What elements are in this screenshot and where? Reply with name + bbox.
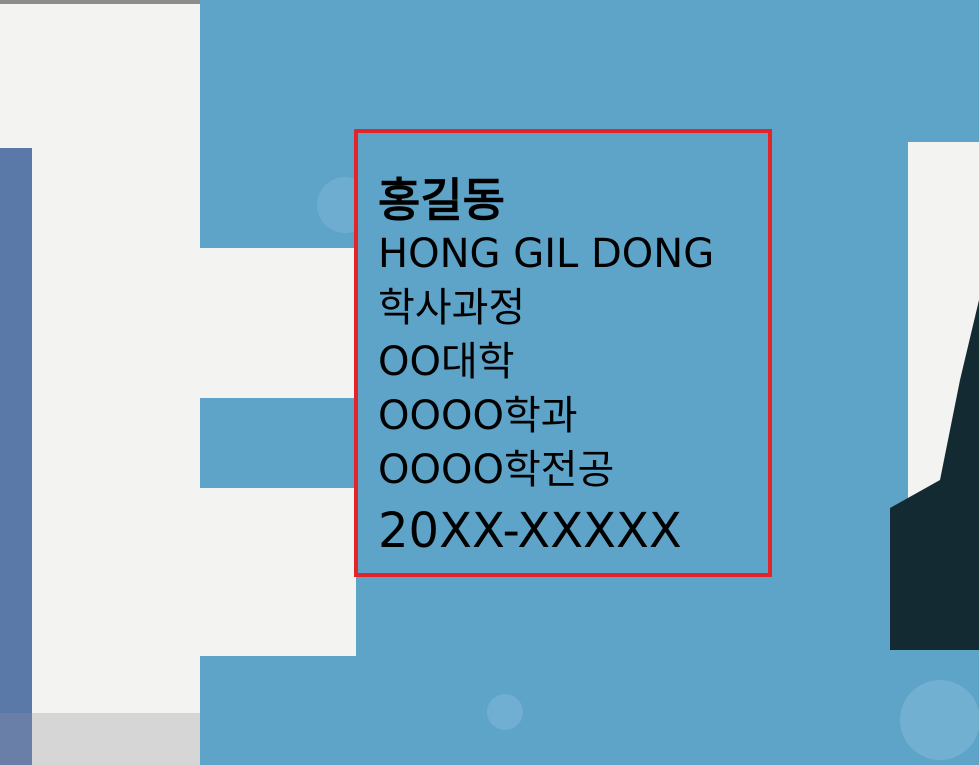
- name-english: HONG GIL DONG: [378, 231, 715, 277]
- university: OO대학: [378, 339, 515, 385]
- white-notch-2: [200, 488, 356, 656]
- white-notch-1: [200, 248, 356, 398]
- degree: 학사과정: [378, 285, 526, 331]
- department: OOOO학과: [378, 393, 578, 439]
- bottom-left-strip: [0, 713, 32, 765]
- student-id: 20XX-XXXXX: [378, 503, 682, 559]
- blue-bar-middle: [200, 398, 356, 488]
- light-spot-2: [900, 680, 979, 760]
- light-spot-3: [487, 694, 523, 730]
- bottom-blue-bar: [200, 713, 900, 765]
- name-korean: 홍길동: [378, 173, 505, 227]
- student-info-highlight-box: 홍길동 HONG GIL DONG 학사과정 OO대학 OOOO학과 OOOO학…: [354, 129, 772, 577]
- major: OOOO학전공: [378, 447, 615, 493]
- left-strip: [0, 148, 32, 765]
- bottom-gray-block: [32, 713, 200, 765]
